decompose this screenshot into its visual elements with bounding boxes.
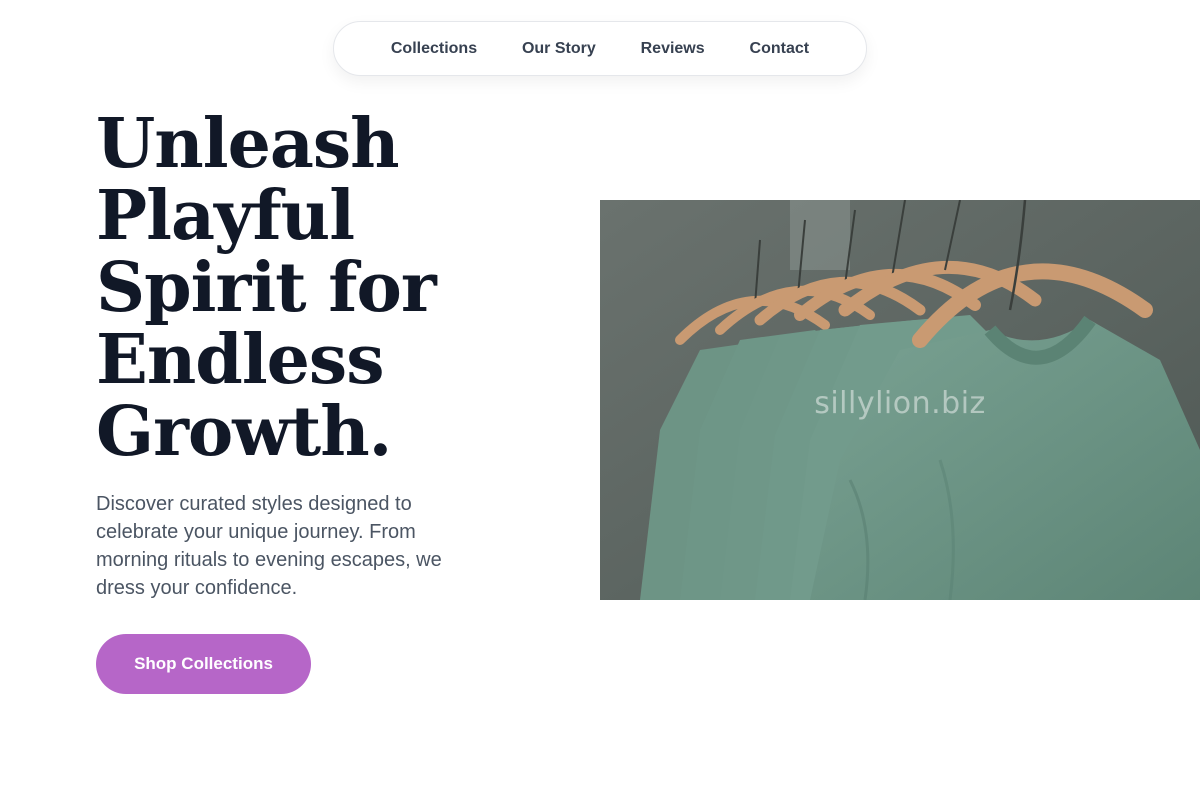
nav-link-contact[interactable]: Contact — [750, 40, 810, 58]
nav-link-collections[interactable]: Collections — [391, 40, 477, 58]
nav-link-our-story[interactable]: Our Story — [522, 40, 596, 58]
hero-image: sillylion.biz — [600, 200, 1200, 600]
hero-headline: Unleash Playful Spirit for Endless Growt… — [96, 104, 437, 472]
shop-collections-button[interactable]: Shop Collections — [96, 634, 311, 694]
hero-description: Discover curated styles designed to cele… — [96, 493, 442, 599]
top-nav: Collections Our Story Reviews Contact — [333, 21, 867, 76]
watermark-text: sillylion.biz — [814, 386, 986, 421]
nav-link-reviews[interactable]: Reviews — [641, 40, 705, 58]
